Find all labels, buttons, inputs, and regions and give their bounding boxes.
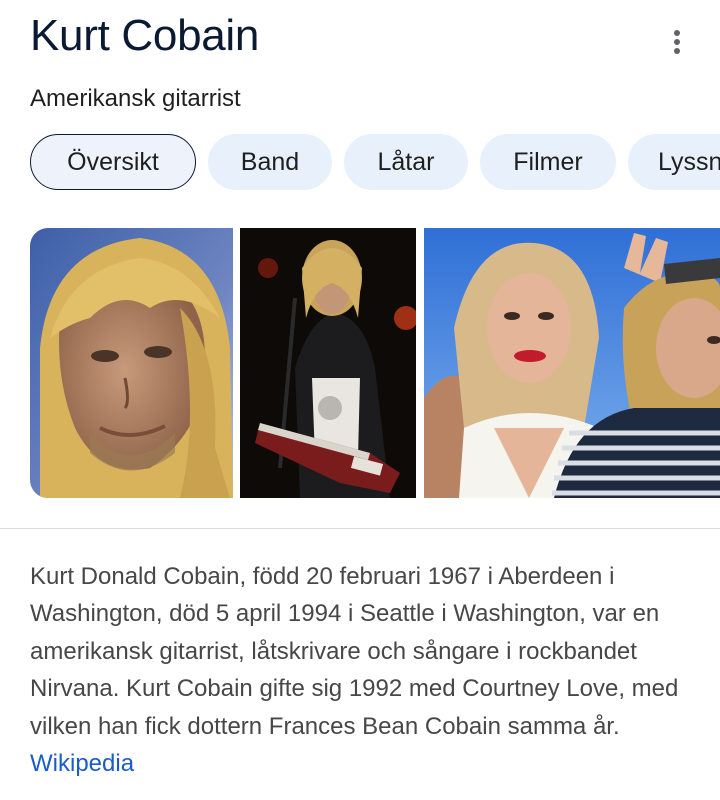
concert-image xyxy=(240,228,416,498)
more-vert-icon xyxy=(674,30,680,54)
chip-latar[interactable]: Låtar xyxy=(344,134,468,190)
image-portrait[interactable] xyxy=(30,228,233,498)
couple-image xyxy=(424,228,720,498)
portrait-image xyxy=(30,228,233,498)
image-couple[interactable] xyxy=(424,228,720,498)
section-divider xyxy=(0,528,720,529)
image-strip xyxy=(30,228,720,498)
entity-header: Kurt Cobain Amerikansk gitarrist xyxy=(30,10,720,114)
chip-lyssna[interactable]: Lyssna xyxy=(628,134,720,190)
description-block: Kurt Donald Cobain, född 20 februari 196… xyxy=(30,558,700,782)
chip-band[interactable]: Band xyxy=(208,134,332,190)
more-options-button[interactable] xyxy=(655,20,699,64)
chip-bar: Översikt Band Låtar Filmer Lyssna xyxy=(30,134,720,192)
entity-subtitle: Amerikansk gitarrist xyxy=(30,85,241,112)
page-title: Kurt Cobain xyxy=(30,11,260,60)
image-concert[interactable] xyxy=(240,228,416,498)
wikipedia-link[interactable]: Wikipedia xyxy=(30,750,134,777)
chip-filmer[interactable]: Filmer xyxy=(480,134,616,190)
description-text: Kurt Donald Cobain, född 20 februari 196… xyxy=(30,563,679,740)
chip-oversikt[interactable]: Översikt xyxy=(30,134,196,190)
